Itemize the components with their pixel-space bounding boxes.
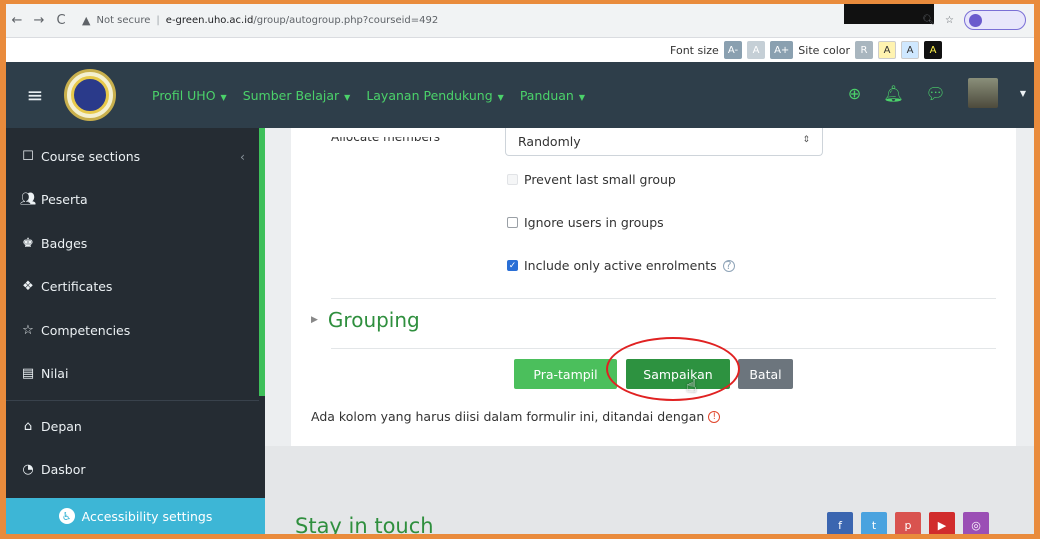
home-icon: ⌂: [23, 419, 33, 434]
select-arrows-icon: ⇕: [802, 135, 810, 145]
highlight-circle: [606, 337, 740, 401]
font-decrease-button[interactable]: A-: [723, 41, 743, 59]
sidebar-item-competencies[interactable]: ☆ Competencies: [20, 323, 130, 338]
accessibility-icon: ♿︎: [58, 508, 75, 524]
star-icon: ☆: [22, 323, 34, 338]
dashboard-icon: ◔: [22, 462, 34, 477]
browser-toolbar: ← → C ▲ Not secure | e-green.uho.ac.id/g…: [6, 4, 1034, 38]
color-yellow-button[interactable]: A: [878, 41, 896, 59]
url-host: e-green.uho.ac.id: [165, 15, 254, 26]
active-enrolments-checkbox[interactable]: ✓: [507, 260, 518, 271]
font-increase-button[interactable]: A+: [770, 41, 794, 59]
sidebar-item-nilai[interactable]: ▤ Nilai: [20, 366, 69, 381]
main-content: Allocate members Randomly ⇕ Prevent last…: [265, 128, 1034, 534]
section-divider: [331, 298, 996, 299]
help-icon[interactable]: ?: [722, 259, 735, 272]
warning-icon: ▲: [82, 14, 91, 27]
users-icon: 👥︎: [20, 192, 37, 207]
sidebar-divider: [6, 400, 259, 401]
sidebar-item-badges[interactable]: ♚ Badges: [20, 236, 87, 251]
chat-icon[interactable]: 💬︎: [926, 84, 946, 103]
color-blue-button[interactable]: A: [901, 41, 919, 59]
hand-cursor-icon: ☝: [686, 376, 697, 397]
required-icon: !: [708, 410, 721, 423]
youtube-icon[interactable]: ▶: [929, 512, 955, 534]
caret-down-icon: ▼: [220, 92, 227, 102]
caret-down-icon: ▼: [497, 92, 504, 102]
color-reset-button[interactable]: R: [855, 41, 873, 59]
reload-icon[interactable]: C: [50, 13, 72, 28]
form-card: Allocate members Randomly ⇕ Prevent last…: [291, 128, 1016, 446]
back-icon[interactable]: ←: [6, 13, 28, 28]
grouping-section-toggle[interactable]: ▶ Grouping: [311, 308, 420, 332]
sidebar-item-dasbor[interactable]: ◔ Dasbor: [20, 462, 85, 477]
sidebar-item-peserta[interactable]: 👥︎ Peserta: [20, 192, 88, 207]
accessibility-toolbar: Font size A- A A+ Site color R A A A: [6, 38, 1034, 62]
zoom-icon[interactable]: 🔍︎: [922, 15, 935, 26]
forward-icon[interactable]: →: [28, 13, 50, 28]
prevent-small-group-checkbox: [507, 174, 518, 185]
active-enrolments-row: ✓ Include only active enrolments ?: [507, 258, 735, 273]
font-size-label: Font size: [670, 43, 719, 57]
cancel-button[interactable]: Batal: [738, 359, 793, 389]
navbar-actions: ⊕ 🔔︎ 💬︎ ▼: [848, 78, 1026, 108]
folder-icon: ☐: [22, 149, 34, 164]
accessibility-settings-button[interactable]: ♿︎ Accessibility settings: [6, 498, 265, 534]
grades-icon: ▤: [21, 366, 35, 381]
sidebar-item-depan[interactable]: ⌂ Depan: [20, 419, 82, 434]
ignore-users-checkbox[interactable]: [507, 217, 518, 228]
main-menu: Profil UHO ▼ Sumber Belajar ▼ Layanan Pend…: [152, 88, 585, 103]
site-color-label: Site color: [798, 43, 850, 57]
preview-button[interactable]: Pra-tampil: [514, 359, 617, 389]
security-label: Not secure: [96, 15, 151, 26]
profile-dot: [969, 13, 982, 27]
globe-icon[interactable]: ⊕: [848, 84, 861, 103]
menu-item-sumber-belajar[interactable]: Sumber Belajar ▼: [243, 88, 351, 103]
pinterest-icon[interactable]: p: [895, 512, 921, 534]
hamburger-menu-icon[interactable]: ≡: [20, 83, 50, 107]
facebook-icon[interactable]: f: [827, 512, 853, 534]
university-logo[interactable]: [64, 69, 116, 121]
ignore-users-row: Ignore users in groups: [507, 215, 664, 230]
expand-triangle-icon: ▶: [311, 315, 318, 325]
screen-frame: ← → C ▲ Not secure | e-green.uho.ac.id/g…: [6, 4, 1034, 534]
profile-button[interactable]: [964, 10, 1026, 30]
address-separator: |: [156, 15, 160, 26]
badges-icon: ♚: [22, 236, 34, 251]
address-bar[interactable]: ▲ Not secure | e-green.uho.ac.id/group/a…: [82, 14, 438, 27]
url-path: /group/autogroup.php?courseid=492: [253, 15, 439, 26]
instagram-icon[interactable]: ◎: [963, 512, 989, 534]
required-fields-note: Ada kolom yang harus diisi dalam formuli…: [311, 409, 721, 424]
menu-item-panduan[interactable]: Panduan ▼: [520, 88, 585, 103]
bell-icon[interactable]: 🔔︎: [883, 84, 903, 103]
bookmark-star-icon[interactable]: ☆: [945, 15, 954, 26]
font-reset-button[interactable]: A: [747, 41, 766, 59]
color-dark-button[interactable]: A: [924, 41, 942, 59]
browser-actions: 🔍︎ ☆: [922, 10, 1026, 30]
caret-down-icon: ▼: [578, 92, 585, 102]
twitter-icon[interactable]: t: [861, 512, 887, 534]
chevron-left-icon[interactable]: ‹: [240, 149, 245, 164]
site-navbar: ≡ Profil UHO ▼ Sumber Belajar ▼ Layanan Pe…: [6, 62, 1034, 128]
sidebar-item-course-sections[interactable]: ☐ Course sections ‹: [20, 149, 245, 164]
course-sidebar: ☐ Course sections ‹ 👥︎ Peserta ♚ Badges …: [6, 128, 265, 534]
sidebar-item-certificates[interactable]: ❖ Certificates: [20, 279, 112, 294]
caret-down-icon[interactable]: ▼: [1020, 89, 1026, 98]
allocate-members-label: Allocate members: [331, 130, 441, 144]
user-avatar[interactable]: [967, 78, 998, 108]
certificate-icon: ❖: [22, 279, 34, 294]
allocate-members-select[interactable]: Randomly ⇕: [505, 128, 823, 156]
prevent-small-group-row: Prevent last small group: [507, 172, 676, 187]
stay-in-touch-heading: Stay in touch: [295, 514, 434, 534]
caret-down-icon: ▼: [344, 92, 351, 102]
menu-item-layanan-pendukung[interactable]: Layanan Pendukung ▼: [366, 88, 504, 103]
logo-emblem: [71, 76, 109, 114]
social-links: f t p ▶ ◎: [827, 512, 989, 534]
menu-item-profil-uho[interactable]: Profil UHO ▼: [152, 88, 227, 103]
overlay-bar: [844, 4, 934, 24]
